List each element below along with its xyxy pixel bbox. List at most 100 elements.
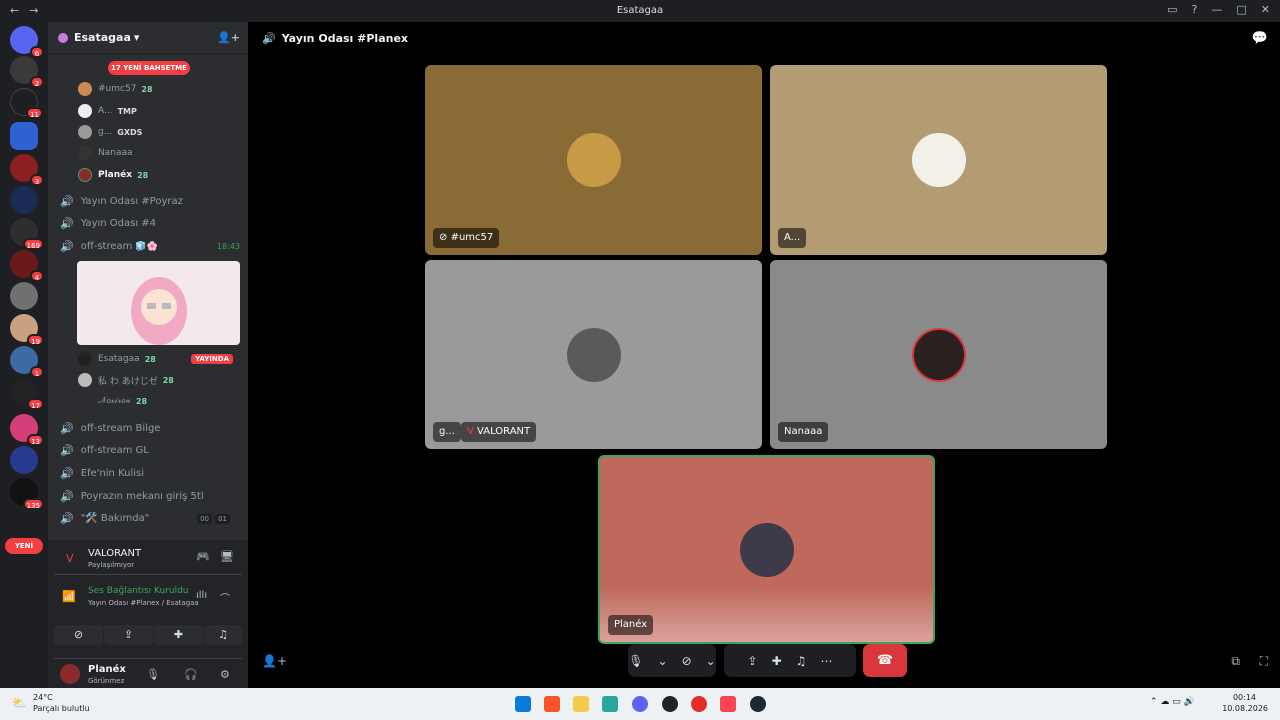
leave-call-button[interactable]: ☎ bbox=[863, 644, 907, 677]
server-icon[interactable]: 17 bbox=[10, 378, 44, 410]
popout-icon[interactable]: ⧉ bbox=[1231, 654, 1240, 669]
activities-button[interactable]: ✚ bbox=[154, 625, 203, 645]
voice-channel[interactable]: 🔊 off-stream GL bbox=[60, 444, 149, 457]
activities-icon[interactable]: ✚ bbox=[772, 654, 782, 668]
app-icon[interactable] bbox=[691, 696, 707, 712]
microphone-icon[interactable]: 🎙 bbox=[146, 668, 160, 681]
server-icon[interactable]: 1 bbox=[10, 346, 44, 378]
user-status: Görünmez bbox=[88, 677, 125, 685]
stream-member[interactable]: 𝒩𝑜𝓍𝒾𝓇𝑜𝓃 28 bbox=[78, 394, 147, 408]
clock-time[interactable]: 00:14 bbox=[1233, 693, 1256, 702]
close-button[interactable]: ✕ bbox=[1261, 3, 1270, 16]
soundboard-button[interactable]: ♫ bbox=[204, 625, 242, 645]
stream-preview[interactable] bbox=[77, 261, 240, 345]
server-icon[interactable] bbox=[10, 282, 38, 310]
app-icon[interactable] bbox=[602, 696, 618, 712]
soundboard-icon[interactable]: ♫ bbox=[796, 654, 807, 668]
help-icon[interactable]: ? bbox=[1192, 3, 1198, 16]
start-icon[interactable] bbox=[515, 696, 531, 712]
chat-icon[interactable]: 💬 bbox=[1252, 31, 1268, 46]
clock-date[interactable]: 10.08.2026 bbox=[1222, 704, 1268, 713]
member-name: Nanaaa bbox=[98, 148, 133, 158]
disconnect-icon[interactable]: ⌒ bbox=[220, 590, 230, 605]
weather-temp[interactable]: 24°C bbox=[33, 693, 53, 702]
voice-channel[interactable]: 🔊 Efe'nin Kulisi bbox=[60, 467, 144, 480]
guild-header[interactable]: Esatagaa ▾ 👤+ bbox=[48, 22, 248, 54]
add-member-icon[interactable]: 👤+ bbox=[262, 654, 287, 668]
voice-member[interactable]: Planéx 28 bbox=[78, 168, 148, 182]
voice-channel[interactable]: 🔊 Yayın Odası #4 bbox=[60, 217, 156, 230]
screen-share-button[interactable]: ⇪ bbox=[104, 625, 153, 645]
server-icon[interactable]: 19 bbox=[10, 314, 44, 346]
voice-member[interactable]: #umc57 28 bbox=[78, 82, 153, 96]
unread-mentions-pill[interactable]: 17 YENİ BAHSETME bbox=[108, 61, 190, 75]
participant-tile[interactable]: Planéx bbox=[598, 455, 935, 644]
member-name: #umc57 bbox=[98, 84, 137, 94]
new-unreads-pill[interactable]: YENİ bbox=[5, 538, 43, 554]
voice-member[interactable]: A... TMP bbox=[78, 104, 137, 118]
home-button[interactable]: 6 bbox=[10, 26, 44, 58]
voice-member[interactable]: g... GXDS bbox=[78, 125, 142, 139]
server-icon[interactable]: 169 bbox=[10, 218, 44, 250]
chevron-down-icon[interactable]: ⌄ bbox=[658, 654, 668, 668]
activity-tag: V VALORANT bbox=[461, 422, 537, 442]
headphones-icon[interactable]: 🎧 bbox=[184, 668, 198, 681]
member-tag: 28 bbox=[162, 375, 174, 385]
maximize-button[interactable]: □ bbox=[1236, 3, 1246, 16]
speaker-icon: 🔊 bbox=[60, 444, 74, 457]
screen-share-icon[interactable]: 🖥 bbox=[220, 550, 234, 563]
discord-icon[interactable] bbox=[632, 696, 648, 712]
participant-tile[interactable]: A... bbox=[770, 65, 1107, 255]
voice-connected-channel[interactable]: Yayın Odası #Planex / Esatagaa bbox=[88, 599, 199, 607]
voice-channel[interactable]: 🔊 off-stream 🧊🌸 18:43 bbox=[60, 240, 240, 253]
more-icon[interactable]: ⋯ bbox=[820, 654, 832, 668]
fullscreen-icon[interactable]: ⛶ bbox=[1260, 654, 1268, 669]
brave-icon[interactable] bbox=[544, 696, 560, 712]
chevron-down-icon[interactable]: ⌄ bbox=[706, 654, 716, 668]
gear-icon[interactable]: ⚙ bbox=[220, 668, 230, 681]
stream-member[interactable]: Esatagaa 28 YAYINDA bbox=[78, 352, 243, 366]
voice-channel[interactable]: 🔊 Yayın Odası #Poyraz bbox=[60, 195, 183, 208]
server-icon[interactable]: 4 bbox=[10, 250, 44, 282]
weather-desc[interactable]: Parçalı bulutlu bbox=[33, 704, 90, 713]
valorant-icon[interactable] bbox=[720, 696, 736, 712]
invite-icon[interactable]: 👤+ bbox=[217, 31, 240, 44]
participant-tile[interactable]: ⊘ #umc57 bbox=[425, 65, 762, 255]
voice-channel[interactable]: 🔊 "🛠️ Bakımda" 00 01 bbox=[60, 512, 240, 525]
noise-suppression-icon[interactable]: ıllı bbox=[196, 590, 207, 601]
participant-tile[interactable]: Nanaaa bbox=[770, 260, 1107, 449]
steam-icon[interactable] bbox=[750, 696, 766, 712]
channel-sidebar: Esatagaa ▾ 👤+ 17 YENİ BAHSETME #umc57 28 … bbox=[48, 22, 248, 688]
camera-off-button[interactable]: ⊘ bbox=[54, 625, 103, 645]
voice-channel[interactable]: 🔊 Poyrazın mekanı giriş 5tl bbox=[60, 490, 204, 503]
gamepad-icon[interactable]: 🎮 bbox=[196, 550, 210, 563]
inbox-icon[interactable]: ▭ bbox=[1167, 3, 1177, 16]
participant-tile[interactable]: g... V VALORANT bbox=[425, 260, 762, 449]
stream-member[interactable]: 私 わ あけじゼ 28 bbox=[78, 373, 174, 387]
avatar bbox=[911, 327, 966, 382]
voice-connected-title[interactable]: Ses Bağlantısı Kuruldu bbox=[88, 586, 188, 596]
tray-icons[interactable]: ⌃ ☁ ▭ 🔊 bbox=[1150, 697, 1195, 707]
mic-controls[interactable]: 🎙 ⌄ ⊘ ⌄ bbox=[628, 644, 716, 677]
server-icon[interactable]: 2 bbox=[10, 56, 44, 88]
microphone-icon[interactable]: 🎙 bbox=[628, 654, 643, 668]
screen-share-icon[interactable]: ⇪ bbox=[748, 654, 758, 668]
activity-game: VALORANT bbox=[88, 548, 142, 559]
camera-off-icon[interactable]: ⊘ bbox=[682, 654, 692, 668]
member-tag: 28 bbox=[144, 354, 156, 364]
server-icon[interactable]: 11 bbox=[10, 88, 43, 119]
avatar[interactable] bbox=[60, 664, 80, 684]
call-actions[interactable]: ⇪ ✚ ♫ ⋯ bbox=[724, 644, 856, 677]
minimize-button[interactable]: — bbox=[1211, 3, 1222, 16]
file-explorer-icon[interactable] bbox=[573, 696, 589, 712]
mention-badge: 3 bbox=[30, 174, 44, 186]
server-icon[interactable] bbox=[10, 446, 38, 474]
server-icon[interactable]: 135 bbox=[10, 478, 44, 510]
server-icon[interactable] bbox=[10, 186, 38, 214]
voice-channel[interactable]: 🔊 off-stream Bilge bbox=[60, 422, 160, 435]
voice-member[interactable]: Nanaaa bbox=[78, 146, 133, 160]
server-icon[interactable] bbox=[10, 122, 38, 150]
app-icon[interactable] bbox=[662, 696, 678, 712]
server-icon[interactable]: 3 bbox=[10, 154, 44, 186]
server-icon[interactable]: 13 bbox=[10, 414, 44, 446]
